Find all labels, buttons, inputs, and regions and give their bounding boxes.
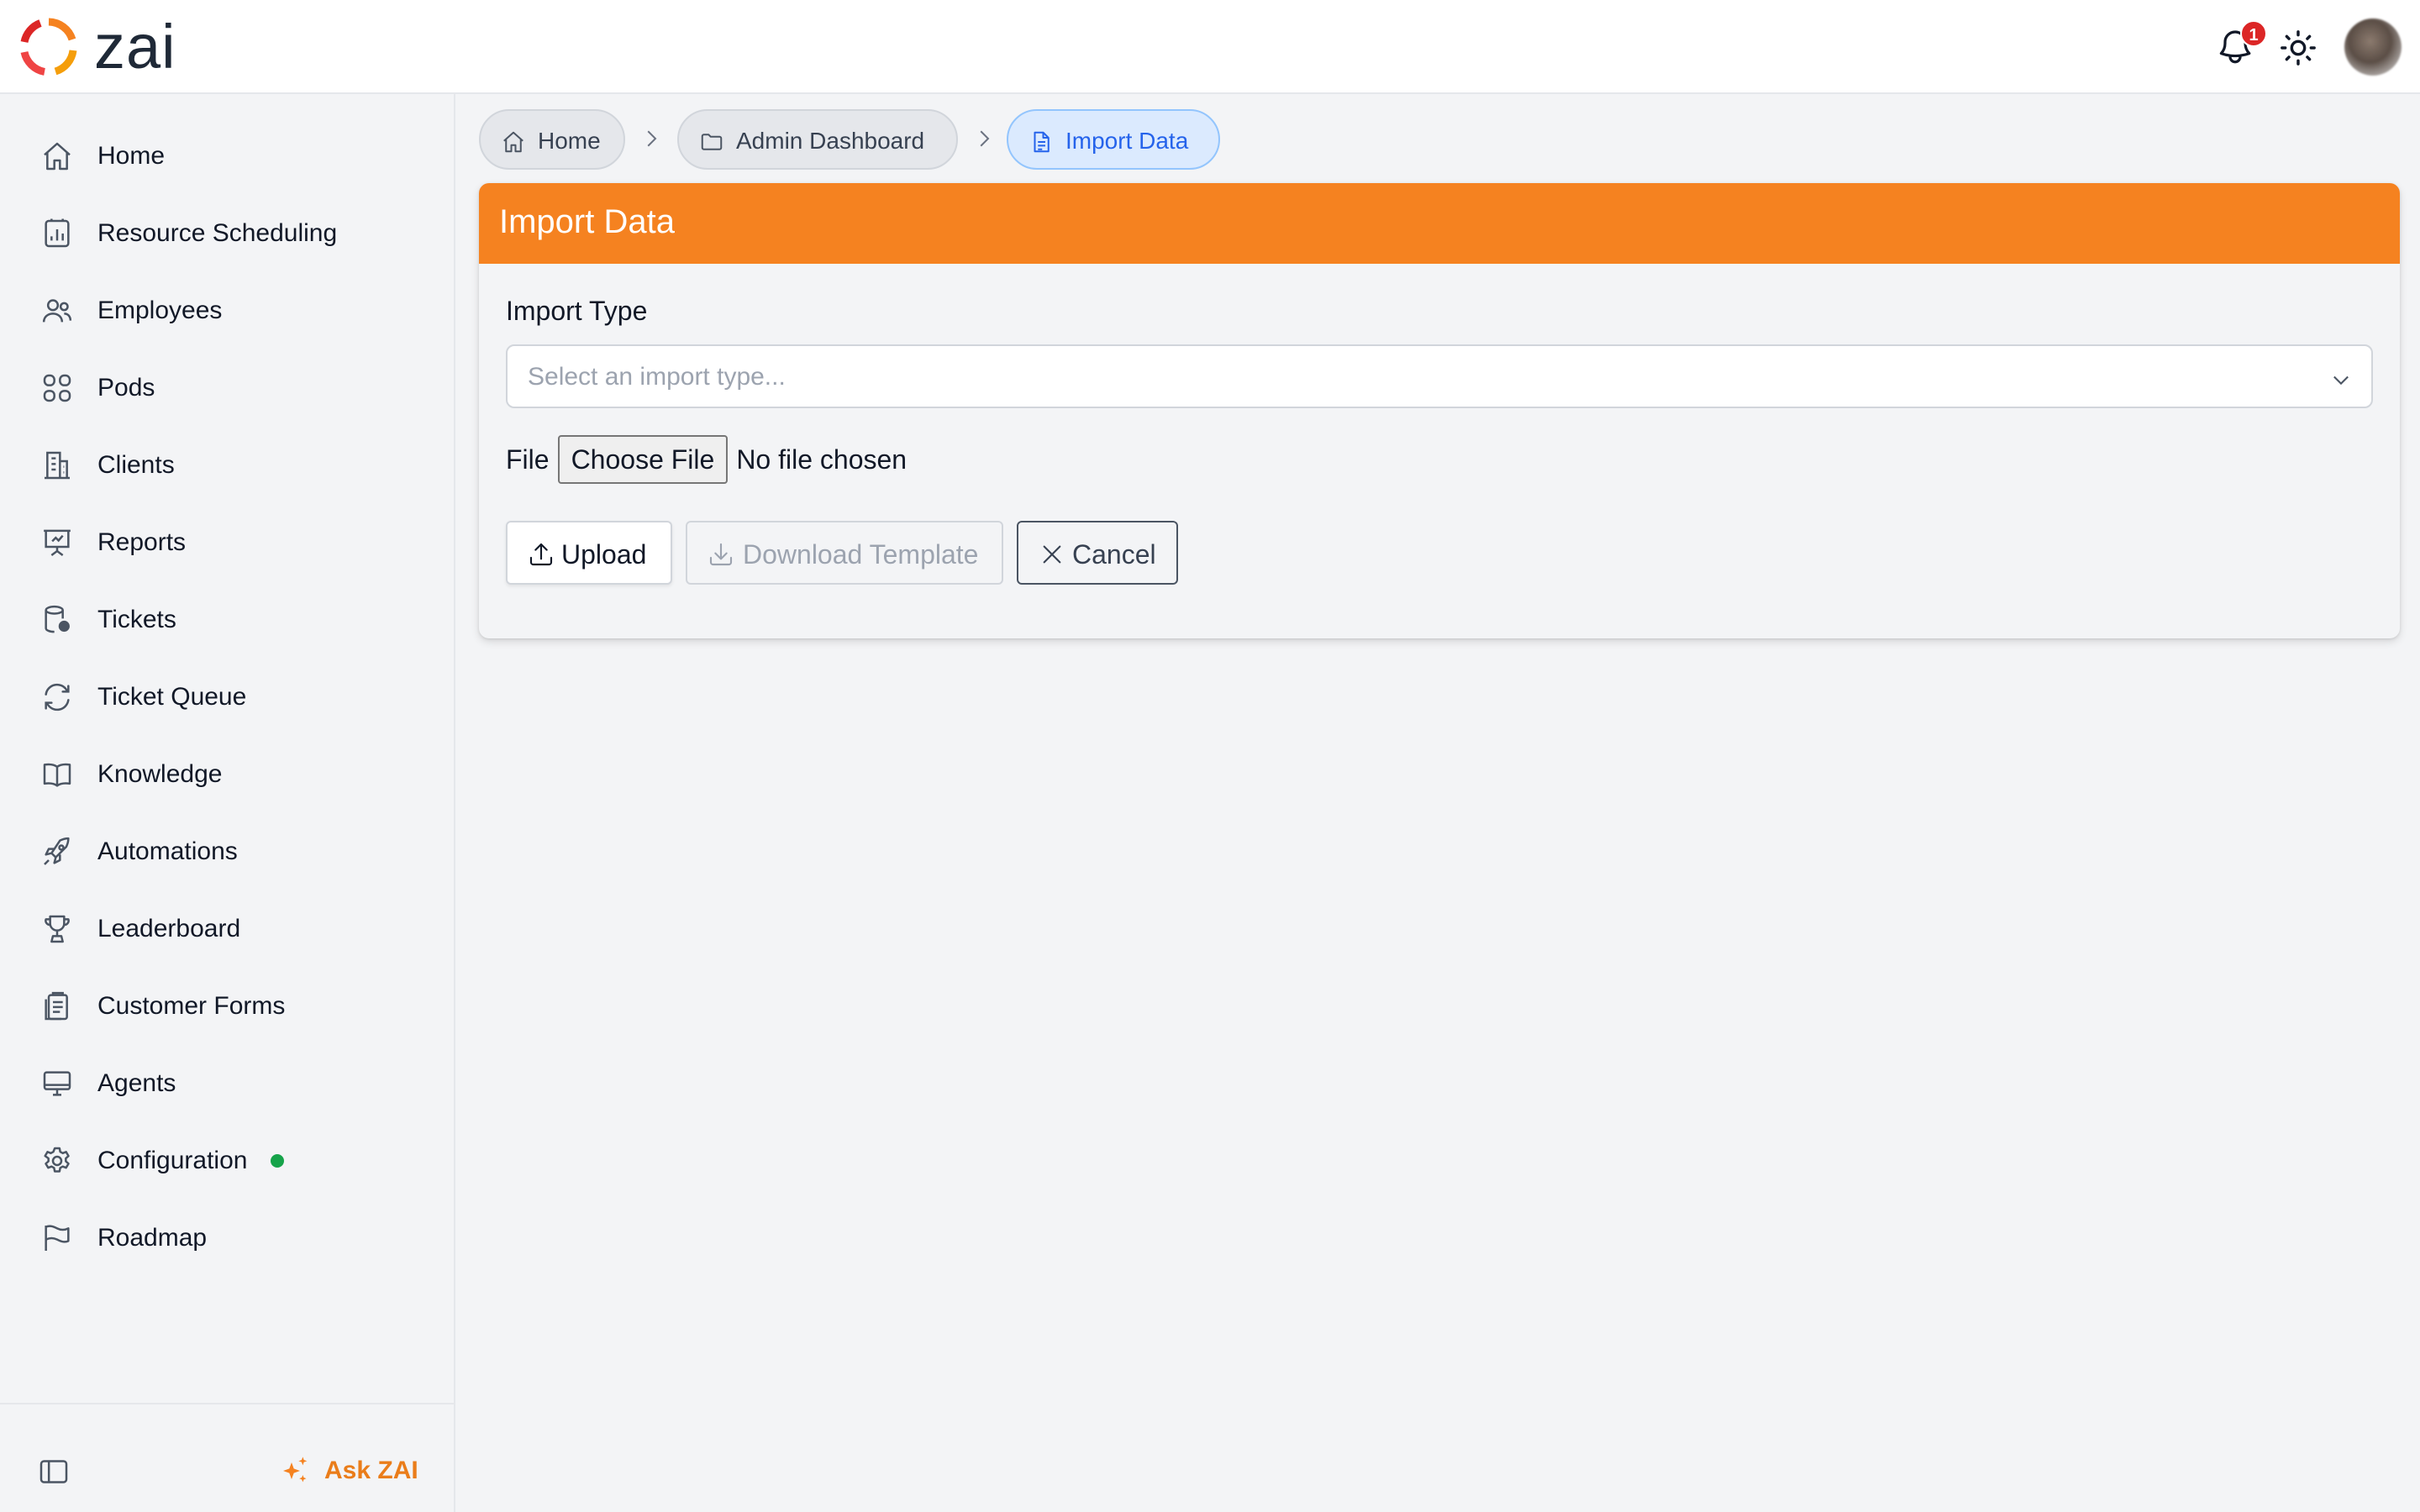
breadcrumb-label: Import Data xyxy=(1065,128,1189,154)
sidebar-item-label: Resource Scheduling xyxy=(97,219,338,247)
app-logo[interactable]: zai xyxy=(18,12,176,81)
card-header: Import Data xyxy=(479,183,2400,264)
sidebar-item-reports[interactable]: Reports xyxy=(0,511,454,575)
sidebar-item-automations[interactable]: Automations xyxy=(0,820,454,884)
download-template-button[interactable]: Download Template xyxy=(686,521,1003,585)
sidebar-item-ticket-queue[interactable]: Ticket Queue xyxy=(0,665,454,729)
chevron-right-icon xyxy=(647,130,657,147)
app-name: zai xyxy=(94,12,176,81)
sidebar-item-label: Clients xyxy=(97,451,175,479)
notification-badge: 1 xyxy=(2240,20,2267,47)
breadcrumb-home[interactable]: Home xyxy=(479,109,625,170)
grid-icon xyxy=(43,374,71,402)
file-row: File Choose File No file chosen xyxy=(506,435,907,484)
page-title: Import Data xyxy=(499,203,675,240)
status-dot xyxy=(271,1154,284,1168)
sidebar-item-label: Home xyxy=(97,142,166,170)
sidebar-item-roadmap[interactable]: Roadmap xyxy=(0,1206,454,1270)
import-data-card: Import Data Import Type Select an import… xyxy=(479,183,2400,638)
download-template-label: Download Template xyxy=(743,539,979,570)
breadcrumb-label: Home xyxy=(538,128,601,154)
download-icon xyxy=(709,543,733,566)
file-label: File xyxy=(506,444,550,475)
cancel-label: Cancel xyxy=(1072,539,1156,570)
sun-icon[interactable] xyxy=(2279,29,2317,67)
refresh-icon xyxy=(45,683,70,711)
close-icon xyxy=(1043,545,1061,564)
sidebar: Home Resource Scheduling Employees Pods … xyxy=(0,94,455,1512)
sidebar-item-label: Knowledge xyxy=(97,760,223,788)
sidebar-item-tickets[interactable]: Tickets xyxy=(0,588,454,652)
chevron-down-icon xyxy=(2333,375,2349,386)
building-icon xyxy=(45,451,70,480)
sidebar-toggle-icon[interactable] xyxy=(37,1455,71,1488)
ask-zai-button[interactable]: Ask ZAI xyxy=(279,1450,418,1492)
breadcrumb-admin-dashboard[interactable]: Admin Dashboard xyxy=(677,109,958,170)
choose-file-button[interactable]: Choose File xyxy=(557,435,729,484)
calendar-chart-icon xyxy=(45,218,70,248)
import-type-placeholder: Select an import type... xyxy=(528,363,786,391)
rocket-icon xyxy=(44,837,70,865)
cancel-button[interactable]: Cancel xyxy=(1017,521,1178,585)
breadcrumb-import-data[interactable]: Import Data xyxy=(1007,109,1220,170)
import-type-label: Import Type xyxy=(506,296,648,326)
top-bar: zai 1 xyxy=(0,0,2420,94)
monitor-icon xyxy=(43,1071,71,1096)
avatar[interactable] xyxy=(2344,18,2402,76)
sidebar-item-resource-scheduling[interactable]: Resource Scheduling xyxy=(0,202,454,265)
sidebar-item-label: Configuration xyxy=(97,1147,248,1174)
clipboard-icon xyxy=(45,991,68,1021)
sidebar-item-label: Agents xyxy=(97,1069,176,1097)
sidebar-item-home[interactable]: Home xyxy=(0,124,454,188)
sidebar-item-label: Reports xyxy=(97,528,187,556)
sidebar-item-label: Automations xyxy=(97,837,238,865)
breadcrumb-label: Admin Dashboard xyxy=(736,128,925,154)
book-icon xyxy=(43,763,71,787)
upload-icon xyxy=(529,543,553,566)
upload-button[interactable]: Upload xyxy=(506,521,672,585)
presentation-chart-icon xyxy=(44,529,71,556)
import-type-select[interactable]: Select an import type... xyxy=(506,344,2373,408)
sidebar-item-configuration[interactable]: Configuration xyxy=(0,1129,454,1193)
sidebar-item-label: Pods xyxy=(97,374,155,402)
sidebar-item-label: Roadmap xyxy=(97,1224,208,1252)
folder-icon xyxy=(701,134,723,150)
home-icon xyxy=(503,131,523,153)
trophy-icon xyxy=(45,915,70,943)
document-icon xyxy=(1034,131,1050,153)
sidebar-footer: Ask ZAI xyxy=(0,1403,454,1512)
sidebar-item-label: Employees xyxy=(97,297,223,324)
sidebar-item-label: Customer Forms xyxy=(97,992,286,1020)
sidebar-item-customer-forms[interactable]: Customer Forms xyxy=(0,974,454,1038)
sidebar-item-label: Ticket Queue xyxy=(97,683,247,711)
sidebar-item-label: Leaderboard xyxy=(97,915,241,942)
sidebar-item-agents[interactable]: Agents xyxy=(0,1052,454,1116)
sidebar-item-knowledge[interactable]: Knowledge xyxy=(0,743,454,806)
logo-mark-icon xyxy=(20,18,77,76)
sidebar-item-clients[interactable]: Clients xyxy=(0,433,454,497)
users-icon xyxy=(42,299,72,323)
upload-label: Upload xyxy=(561,539,647,570)
sparkles-icon xyxy=(283,1457,308,1483)
file-status: No file chosen xyxy=(736,444,908,475)
database-user-icon xyxy=(45,605,70,633)
gear-icon xyxy=(44,1147,70,1173)
sidebar-item-label: Tickets xyxy=(97,606,176,633)
sidebar-item-employees[interactable]: Employees xyxy=(0,279,454,343)
home-icon xyxy=(44,142,71,171)
sidebar-item-pods[interactable]: Pods xyxy=(0,356,454,420)
flag-icon xyxy=(45,1225,70,1251)
sidebar-item-leaderboard[interactable]: Leaderboard xyxy=(0,897,454,961)
ask-zai-label: Ask ZAI xyxy=(324,1457,418,1484)
chevron-right-icon xyxy=(980,130,990,147)
